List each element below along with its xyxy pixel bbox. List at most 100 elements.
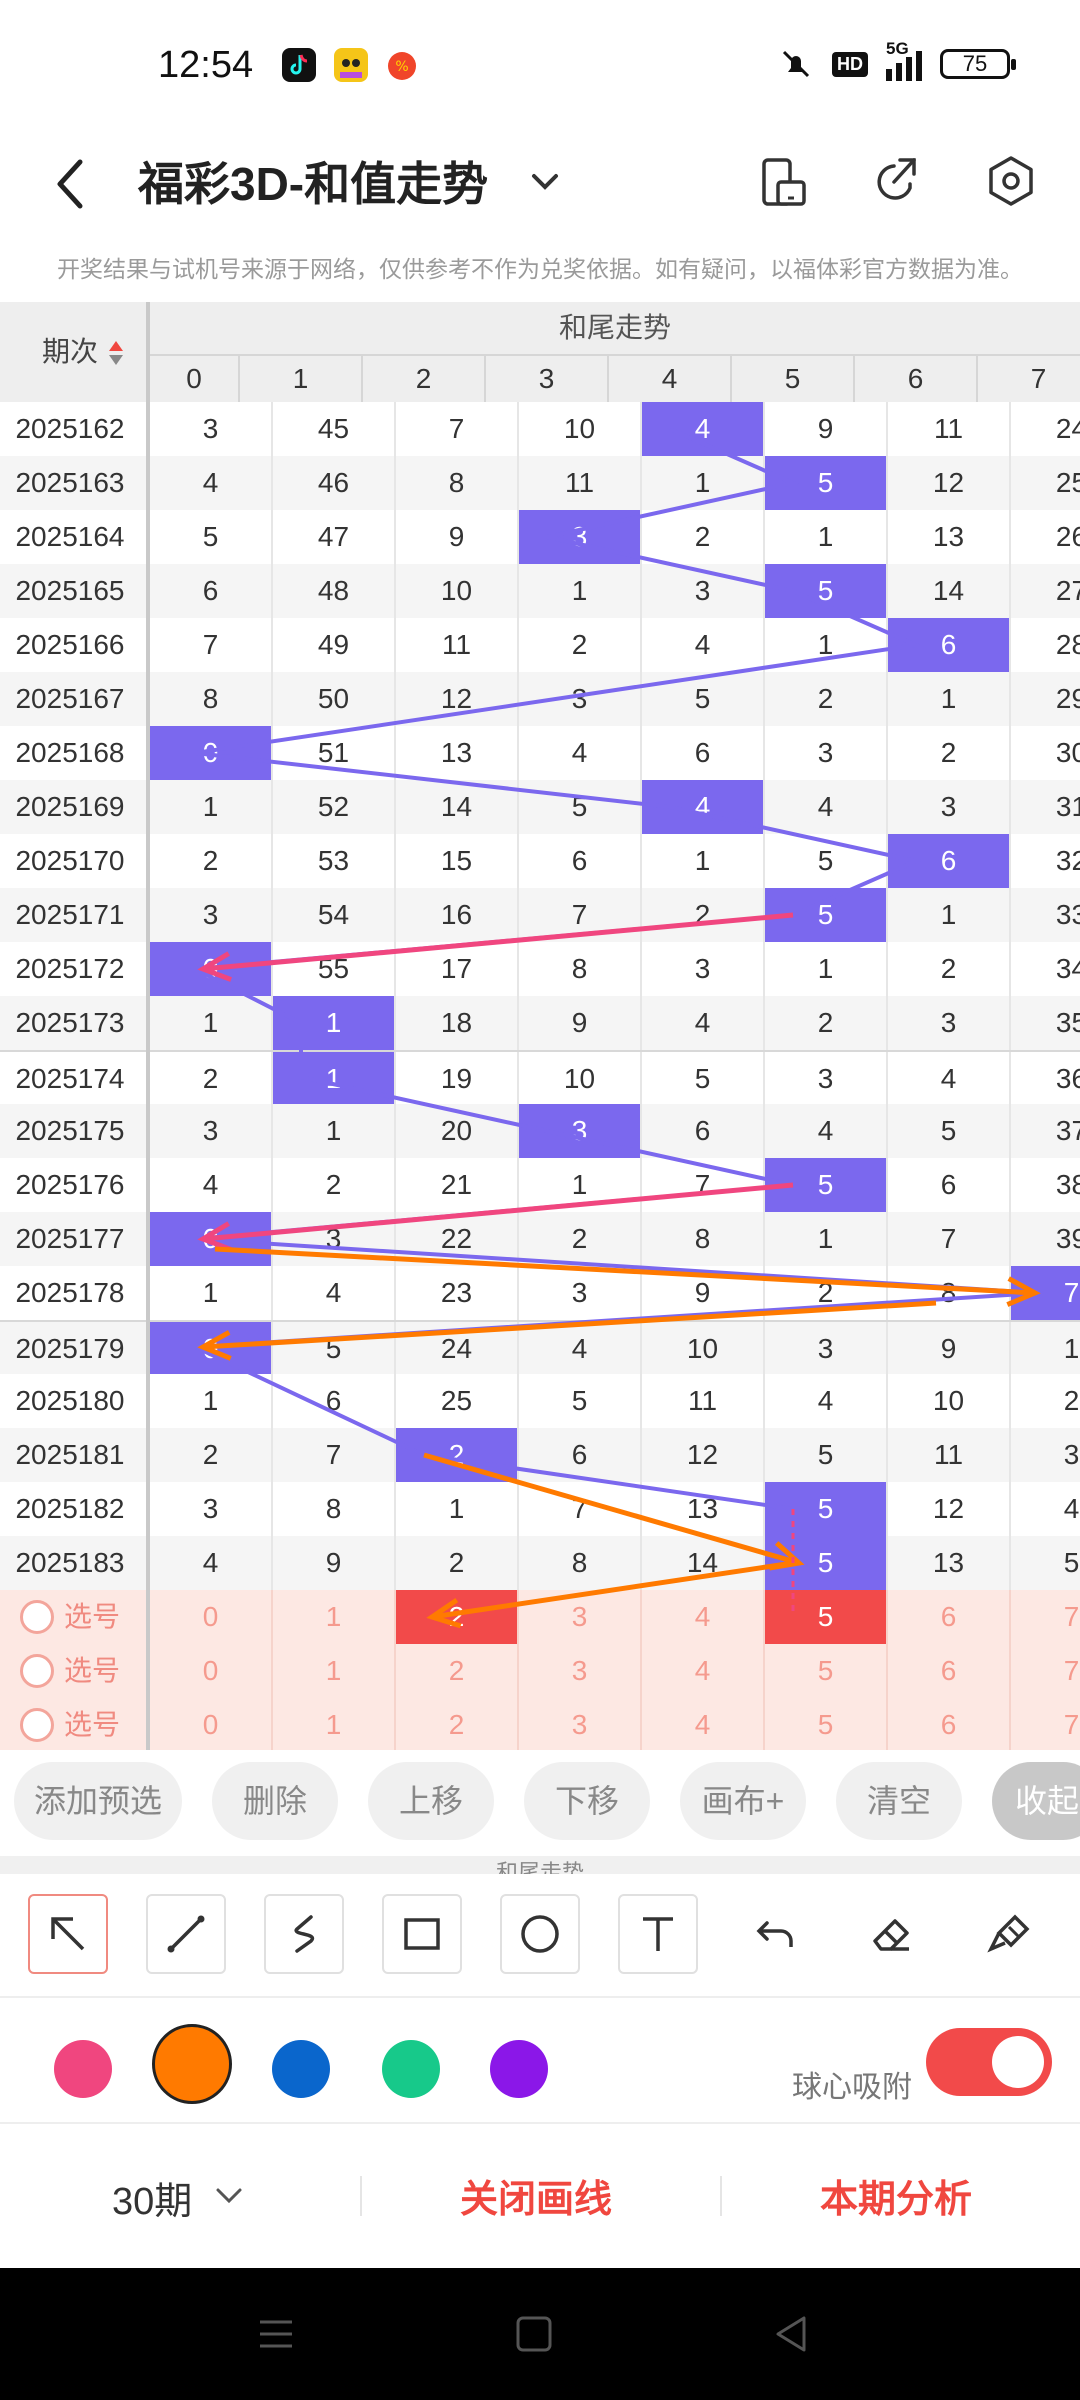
miss-count-cell: 27 xyxy=(1011,564,1080,618)
rectangle-tool-icon[interactable] xyxy=(382,1894,462,1974)
snap-toggle[interactable] xyxy=(926,2028,1052,2096)
color-purple[interactable] xyxy=(490,2040,548,2098)
color-blue[interactable] xyxy=(272,2040,330,2098)
color-orange[interactable] xyxy=(152,2024,232,2104)
select-number-cell[interactable]: 5 xyxy=(765,1698,888,1750)
network-type: 5G xyxy=(886,39,909,58)
select-number-cell[interactable]: 7 xyxy=(1011,1590,1080,1644)
table-row: 2025175 3 1 20 3 6 4 5 37 xyxy=(0,1104,1080,1158)
select-number-cell[interactable]: 4 xyxy=(642,1644,765,1698)
color-pink[interactable] xyxy=(54,2040,112,2098)
chevron-down-icon[interactable] xyxy=(520,156,570,206)
miss-count-cell: 16 xyxy=(396,888,519,942)
phone-rotate-icon[interactable] xyxy=(748,146,818,216)
miss-count-cell: 34 xyxy=(1011,942,1080,996)
undo-icon[interactable] xyxy=(736,1894,816,1974)
table-body: 2025162 3 45 7 10 4 9 11 24 2025163 4 46 8 11 1 5 12 25 20… xyxy=(0,402,1080,1750)
miss-count-cell: 10 xyxy=(396,564,519,618)
select-number-cell[interactable]: 4 xyxy=(642,1698,765,1750)
clear-button[interactable]: 清空 xyxy=(836,1762,962,1840)
app-header: 福彩3D-和值走势 xyxy=(0,130,1080,240)
select-number-cell[interactable]: 7 xyxy=(1011,1644,1080,1698)
miss-count-cell: 4 xyxy=(765,1104,888,1158)
miss-count-cell: 9 xyxy=(519,996,642,1050)
select-row-label[interactable]: 选号 xyxy=(0,1644,150,1698)
select-number-cell[interactable]: 2 xyxy=(396,1644,519,1698)
period-analysis-button[interactable]: 本期分析 xyxy=(820,2168,972,2223)
select-number-cell[interactable]: 2 xyxy=(396,1698,519,1750)
next-section-label: 和尾走势 xyxy=(495,1860,584,1874)
radio-icon[interactable] xyxy=(19,1600,54,1634)
radio-icon[interactable] xyxy=(19,1654,54,1688)
period-header[interactable]: 期次 xyxy=(0,302,146,402)
miss-count-cell: 3 xyxy=(888,780,1011,834)
select-number-cell[interactable]: 5 xyxy=(765,1644,888,1698)
freehand-tool-icon[interactable] xyxy=(264,1894,344,1974)
select-label: 选号 xyxy=(63,1655,120,1686)
select-number-cell[interactable]: 1 xyxy=(273,1698,396,1750)
miss-count-cell: 54 xyxy=(273,888,396,942)
settings-icon[interactable] xyxy=(976,146,1046,216)
miss-count-cell: 7 xyxy=(273,1428,396,1482)
select-number-cell[interactable]: 0 xyxy=(150,1590,273,1644)
hit-ball: 0 xyxy=(150,1212,273,1266)
select-number-cell[interactable]: 5 xyxy=(765,1590,888,1644)
miss-count-cell: 2 xyxy=(888,726,1011,780)
circle-tool-icon[interactable] xyxy=(500,1894,580,1974)
select-row-label[interactable]: 选号 xyxy=(0,1590,150,1644)
select-number-cell[interactable]: 2 xyxy=(396,1590,519,1644)
miss-count-cell: 25 xyxy=(1011,456,1080,510)
eraser-icon[interactable] xyxy=(852,1894,932,1974)
move-down-button[interactable]: 下移 xyxy=(524,1762,650,1840)
arrow-tool-icon[interactable] xyxy=(28,1894,108,1974)
period-count-select[interactable]: 30期 xyxy=(112,2170,192,2225)
miss-count-cell: 1 xyxy=(765,510,888,564)
toggle-knob xyxy=(992,2036,1044,2088)
canvas-plus-button[interactable]: 画布+ xyxy=(680,1762,806,1840)
select-number-cell[interactable]: 3 xyxy=(519,1698,642,1750)
table-row: 2025168 0 51 13 4 6 3 2 30 xyxy=(0,726,1080,780)
select-number-cell[interactable]: 0 xyxy=(150,1698,273,1750)
column-header-1: 1 xyxy=(240,356,363,402)
back-nav-icon[interactable] xyxy=(762,2304,822,2364)
miss-count-cell: 32 xyxy=(1011,834,1080,888)
move-up-button[interactable]: 上移 xyxy=(368,1762,494,1840)
home-icon[interactable] xyxy=(504,2304,564,2364)
color-green[interactable] xyxy=(382,2040,440,2098)
divider xyxy=(720,2176,722,2216)
miss-count-cell: 14 xyxy=(396,780,519,834)
select-number-cell[interactable]: 6 xyxy=(888,1590,1011,1644)
miss-count-cell: 33 xyxy=(1011,888,1080,942)
back-icon[interactable] xyxy=(50,148,110,218)
select-number-cell[interactable]: 4 xyxy=(642,1590,765,1644)
select-number-cell[interactable]: 1 xyxy=(273,1590,396,1644)
select-number-cell[interactable]: 7 xyxy=(1011,1698,1080,1750)
share-icon[interactable] xyxy=(860,146,930,216)
table-row: 2025177 0 3 22 2 8 1 7 39 xyxy=(0,1212,1080,1266)
page-title[interactable]: 福彩3D-和值走势 xyxy=(138,142,488,226)
hit-ball: 7 xyxy=(1011,1266,1080,1320)
close-lines-button[interactable]: 关闭画线 xyxy=(460,2168,612,2223)
select-row-label[interactable]: 选号 xyxy=(0,1698,150,1750)
line-tool-icon[interactable] xyxy=(146,1894,226,1974)
radio-icon[interactable] xyxy=(19,1708,54,1742)
period-cell: 2025166 xyxy=(0,618,150,672)
select-number-cell[interactable]: 1 xyxy=(273,1644,396,1698)
sort-icon[interactable] xyxy=(108,339,124,367)
clear-brush-icon[interactable] xyxy=(970,1894,1050,1974)
delete-button[interactable]: 删除 xyxy=(212,1762,338,1840)
chevron-down-icon[interactable] xyxy=(212,2178,246,2212)
add-preselect-button[interactable]: 添加预选 xyxy=(14,1762,182,1840)
select-number-cell[interactable]: 3 xyxy=(519,1590,642,1644)
collapse-button[interactable]: 收起 xyxy=(992,1762,1080,1840)
miss-count-cell: 1 xyxy=(150,1266,273,1320)
select-number-cell[interactable]: 0 xyxy=(150,1644,273,1698)
select-number-cell[interactable]: 3 xyxy=(519,1644,642,1698)
select-number-cell[interactable]: 6 xyxy=(888,1698,1011,1750)
period-cell: 2025172 xyxy=(0,942,150,996)
text-tool-icon[interactable] xyxy=(618,1894,698,1974)
menu-icon[interactable] xyxy=(246,2304,306,2364)
hd-badge: HD xyxy=(832,51,868,77)
miss-count-cell: 7 xyxy=(519,888,642,942)
select-number-cell[interactable]: 6 xyxy=(888,1644,1011,1698)
